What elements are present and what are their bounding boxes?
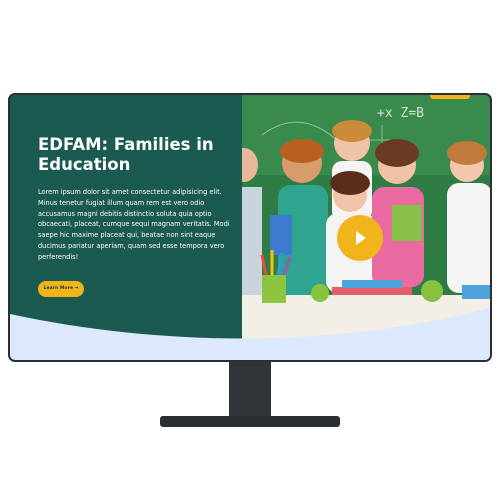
chalkboard-text: +x Z=B bbox=[377, 106, 424, 121]
play-video-button[interactable] bbox=[337, 215, 383, 261]
learn-more-button[interactable]: Learn More → bbox=[38, 281, 84, 297]
nav-accent-bar bbox=[430, 95, 470, 99]
monitor-stand-neck bbox=[229, 362, 271, 418]
hero-title: EDFAM: Families in Education bbox=[38, 135, 214, 174]
hero-description: Lorem ipsum dolor sit amet consectetur a… bbox=[38, 188, 230, 261]
play-icon bbox=[356, 231, 366, 245]
website-screen: EDFAM: Families in Education Lorem ipsum… bbox=[10, 95, 490, 360]
monitor: EDFAM: Families in Education Lorem ipsum… bbox=[8, 93, 492, 362]
wave-divider bbox=[10, 308, 490, 360]
monitor-stand-base bbox=[160, 416, 340, 427]
